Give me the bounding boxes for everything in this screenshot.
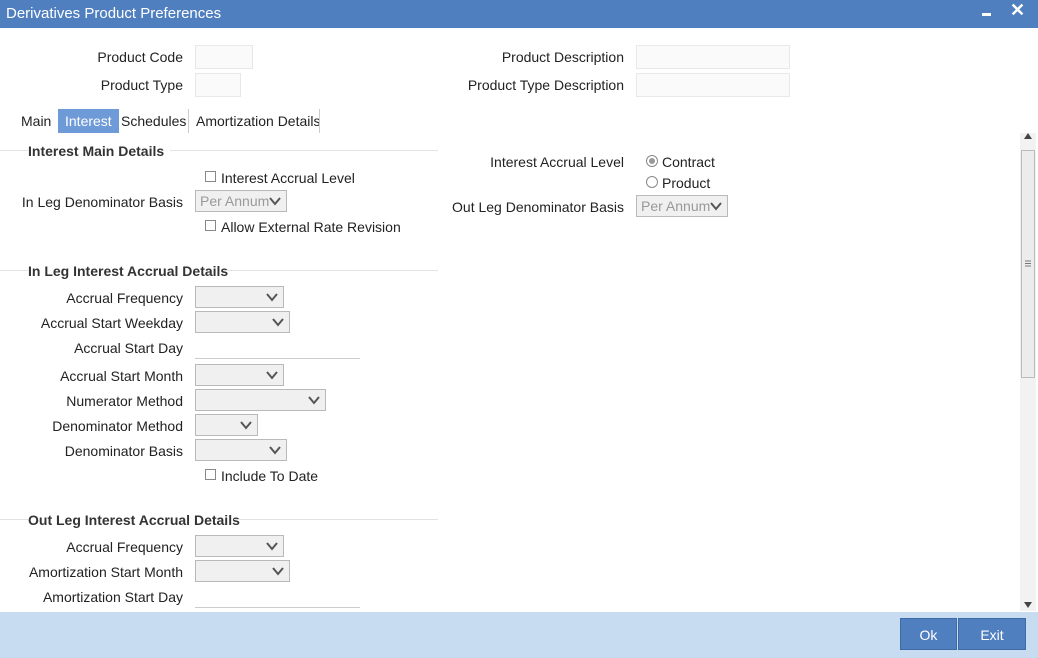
minimize-icon[interactable]	[982, 13, 991, 16]
denominator-basis-label: Denominator Basis	[64, 443, 183, 459]
include-to-date-checkbox[interactable]	[205, 469, 216, 480]
allow-external-rate-revision-label: Allow External Rate Revision	[221, 219, 401, 235]
chevron-down-icon	[240, 421, 252, 430]
in-leg-accrual-start-weekday-select[interactable]	[195, 311, 290, 333]
out-leg-title: Out Leg Interest Accrual Details	[28, 512, 240, 528]
exit-button[interactable]: Exit	[958, 618, 1026, 650]
amortization-start-month-select[interactable]	[195, 560, 290, 582]
scroll-up-icon[interactable]	[1024, 133, 1032, 139]
chevron-down-icon	[266, 293, 278, 302]
include-to-date-label: Include To Date	[221, 468, 319, 484]
scroll-down-icon[interactable]	[1024, 602, 1032, 608]
numerator-method-select[interactable]	[195, 389, 326, 411]
numerator-method-label: Numerator Method	[66, 393, 183, 409]
in-leg-title: In Leg Interest Accrual Details	[28, 263, 229, 279]
contract-radio[interactable]	[646, 155, 658, 167]
out-leg-denominator-basis-label: Out Leg Denominator Basis	[452, 199, 624, 215]
denominator-method-label: Denominator Method	[52, 418, 183, 434]
in-leg-accrual-start-weekday-label: Accrual Start Weekday	[40, 315, 183, 331]
title-bar: Derivatives Product Preferences ✕	[0, 0, 1038, 28]
tab-schedules[interactable]: Schedules	[114, 109, 193, 133]
in-leg-accrual-start-month-label: Accrual Start Month	[60, 368, 183, 384]
out-leg-denominator-basis-value: Per Annum	[641, 198, 711, 214]
ok-button[interactable]: Ok	[900, 618, 957, 650]
product-radio-label: Product	[662, 175, 711, 191]
section-divider	[0, 150, 28, 151]
interest-accrual-level-checkbox[interactable]	[205, 171, 216, 182]
in-leg-accrual-frequency-select[interactable]	[195, 286, 284, 308]
amortization-start-month-label: Amortization Start Month	[28, 564, 183, 580]
chevron-down-icon	[308, 396, 320, 405]
product-description-field[interactable]	[636, 45, 790, 69]
product-radio[interactable]	[646, 176, 658, 188]
grip-icon	[1025, 260, 1031, 267]
section-divider	[170, 150, 438, 151]
tab-amortization-details[interactable]: Amortization Details	[189, 109, 328, 133]
window-title: Derivatives Product Preferences	[6, 5, 222, 22]
out-leg-denominator-basis-select[interactable]: Per Annum	[636, 195, 728, 217]
chevron-down-icon	[266, 542, 278, 551]
out-leg-accrual-frequency-label: Accrual Frequency	[66, 539, 183, 555]
tab-main[interactable]: Main	[14, 109, 58, 133]
out-leg-accrual-frequency-select[interactable]	[195, 535, 284, 557]
chevron-down-icon	[710, 202, 722, 211]
close-icon[interactable]: ✕	[1010, 0, 1025, 20]
product-type-description-label: Product Type Description	[467, 77, 624, 93]
chevron-down-icon	[266, 371, 278, 380]
tab-separator	[319, 109, 320, 133]
section-divider	[224, 270, 438, 271]
interest-accrual-level-checkbox-label: Interest Accrual Level	[221, 170, 355, 186]
in-leg-accrual-start-month-select[interactable]	[195, 364, 284, 386]
tab-interest[interactable]: Interest	[58, 109, 119, 133]
denominator-method-select[interactable]	[195, 414, 258, 436]
amortization-start-day-label: Amortization Start Day	[42, 589, 183, 605]
footer-bar	[0, 612, 1038, 658]
interest-accrual-level-label: Interest Accrual Level	[490, 154, 624, 170]
in-leg-accrual-start-day-label: Accrual Start Day	[74, 340, 183, 356]
product-description-label: Product Description	[501, 49, 624, 65]
in-leg-accrual-start-day-input[interactable]	[195, 358, 360, 359]
allow-external-rate-revision-checkbox[interactable]	[205, 220, 216, 231]
in-leg-accrual-frequency-label: Accrual Frequency	[66, 290, 183, 306]
chevron-down-icon	[272, 318, 284, 327]
section-divider	[0, 270, 28, 271]
denominator-basis-select[interactable]	[195, 439, 287, 461]
amortization-start-day-input[interactable]	[195, 607, 360, 608]
product-type-description-field[interactable]	[636, 73, 790, 97]
scrollbar-thumb[interactable]	[1021, 150, 1035, 378]
chevron-down-icon	[269, 446, 281, 455]
section-divider	[234, 519, 438, 520]
section-divider	[0, 519, 28, 520]
chevron-down-icon	[272, 567, 284, 576]
contract-radio-label: Contract	[662, 154, 715, 170]
